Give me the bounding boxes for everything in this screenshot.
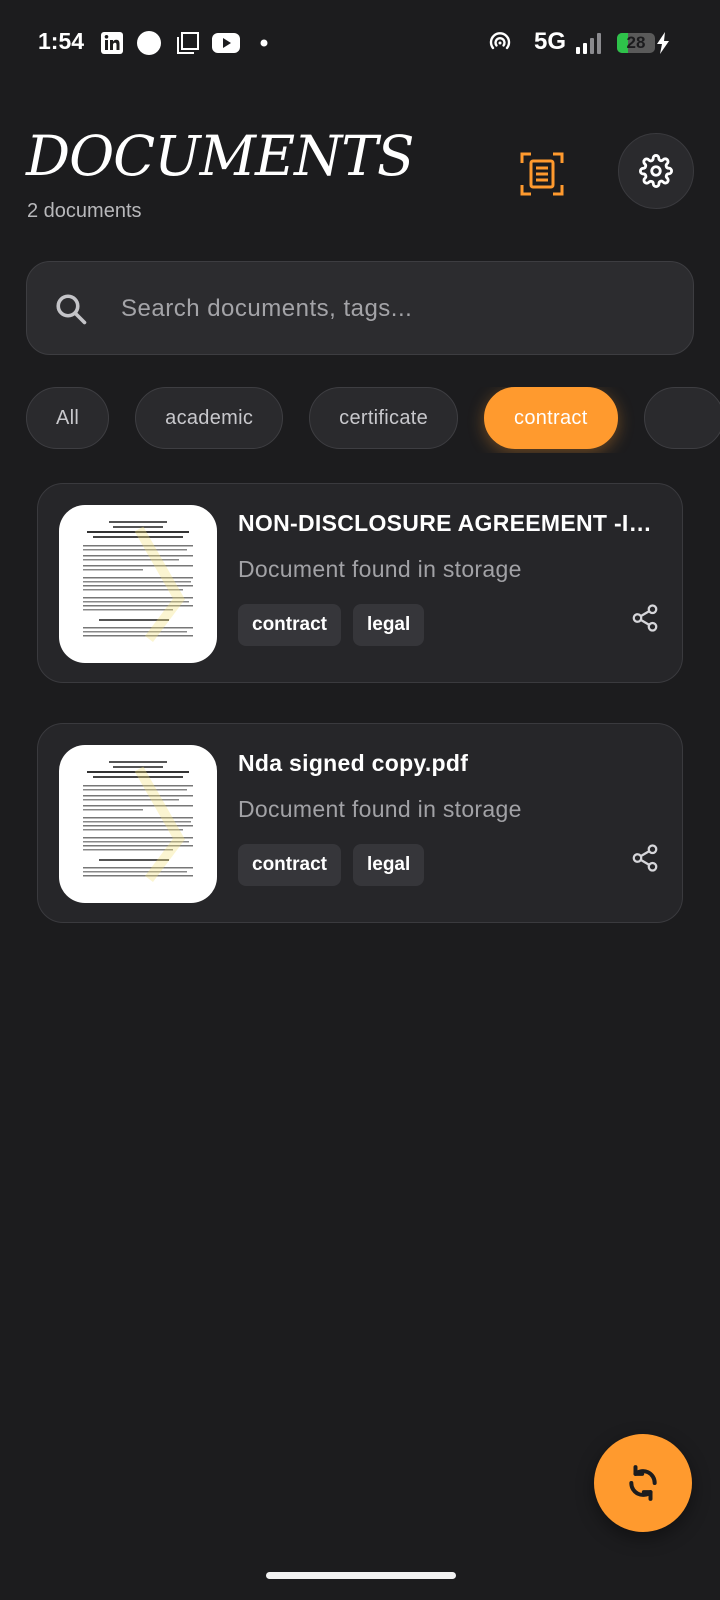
tag-legal[interactable]: legal	[352, 844, 425, 886]
home-indicator[interactable]	[266, 1572, 456, 1579]
document-title: NON-DISCLOSURE AGREEMENT -IN...	[238, 510, 658, 536]
document-status: Document found in storage	[238, 556, 522, 582]
tag-legal[interactable]: legal	[352, 604, 425, 646]
document-title: Nda signed copy.pdf	[238, 750, 469, 776]
network-type: 5G	[534, 28, 567, 55]
chip-more[interactable]	[643, 387, 720, 449]
search-input[interactable]	[119, 280, 663, 338]
document-scan-icon	[520, 152, 564, 196]
battery-icon: 28	[617, 33, 655, 53]
document-count: 2 documents	[27, 200, 142, 222]
chip-certificate[interactable]: certificate	[309, 387, 459, 449]
chip-academic[interactable]: academic	[135, 387, 284, 449]
share-icon[interactable]	[630, 842, 660, 874]
charging-icon	[656, 31, 670, 55]
sync-button[interactable]	[594, 1434, 692, 1532]
sync-icon	[629, 1465, 657, 1501]
search-icon	[56, 294, 87, 325]
gallery-icon	[176, 31, 200, 55]
signal-icon	[574, 31, 606, 55]
page-title: DOCUMENTS	[26, 124, 415, 188]
chip-contract[interactable]: contract	[484, 387, 618, 449]
scan-document-button[interactable]	[512, 144, 572, 204]
document-card[interactable]: NON-DISCLOSURE AGREEMENT -IN... Document…	[37, 483, 683, 683]
circle-icon	[136, 31, 162, 55]
document-status: Document found in storage	[238, 796, 522, 822]
document-tags: contract legal	[238, 604, 425, 646]
gear-icon	[639, 154, 673, 188]
battery-percent: 28	[626, 33, 646, 52]
share-icon[interactable]	[630, 602, 660, 634]
linkedin-icon	[100, 31, 124, 55]
document-thumbnail	[59, 505, 217, 663]
tag-contract[interactable]: contract	[238, 844, 341, 886]
settings-button[interactable]	[618, 133, 694, 209]
hotspot-icon	[488, 31, 512, 55]
filter-chips: All academic certificate contract	[26, 387, 720, 453]
document-card[interactable]: Nda signed copy.pdf Document found in st…	[37, 723, 683, 923]
search-bar[interactable]	[26, 261, 694, 355]
document-thumbnail	[59, 745, 217, 903]
chip-all[interactable]: All	[26, 387, 110, 449]
document-tags: contract legal	[238, 844, 425, 886]
youtube-icon	[212, 31, 240, 55]
tag-contract[interactable]: contract	[238, 604, 341, 646]
status-time: 1:54	[38, 28, 85, 54]
dot-icon	[260, 31, 268, 55]
